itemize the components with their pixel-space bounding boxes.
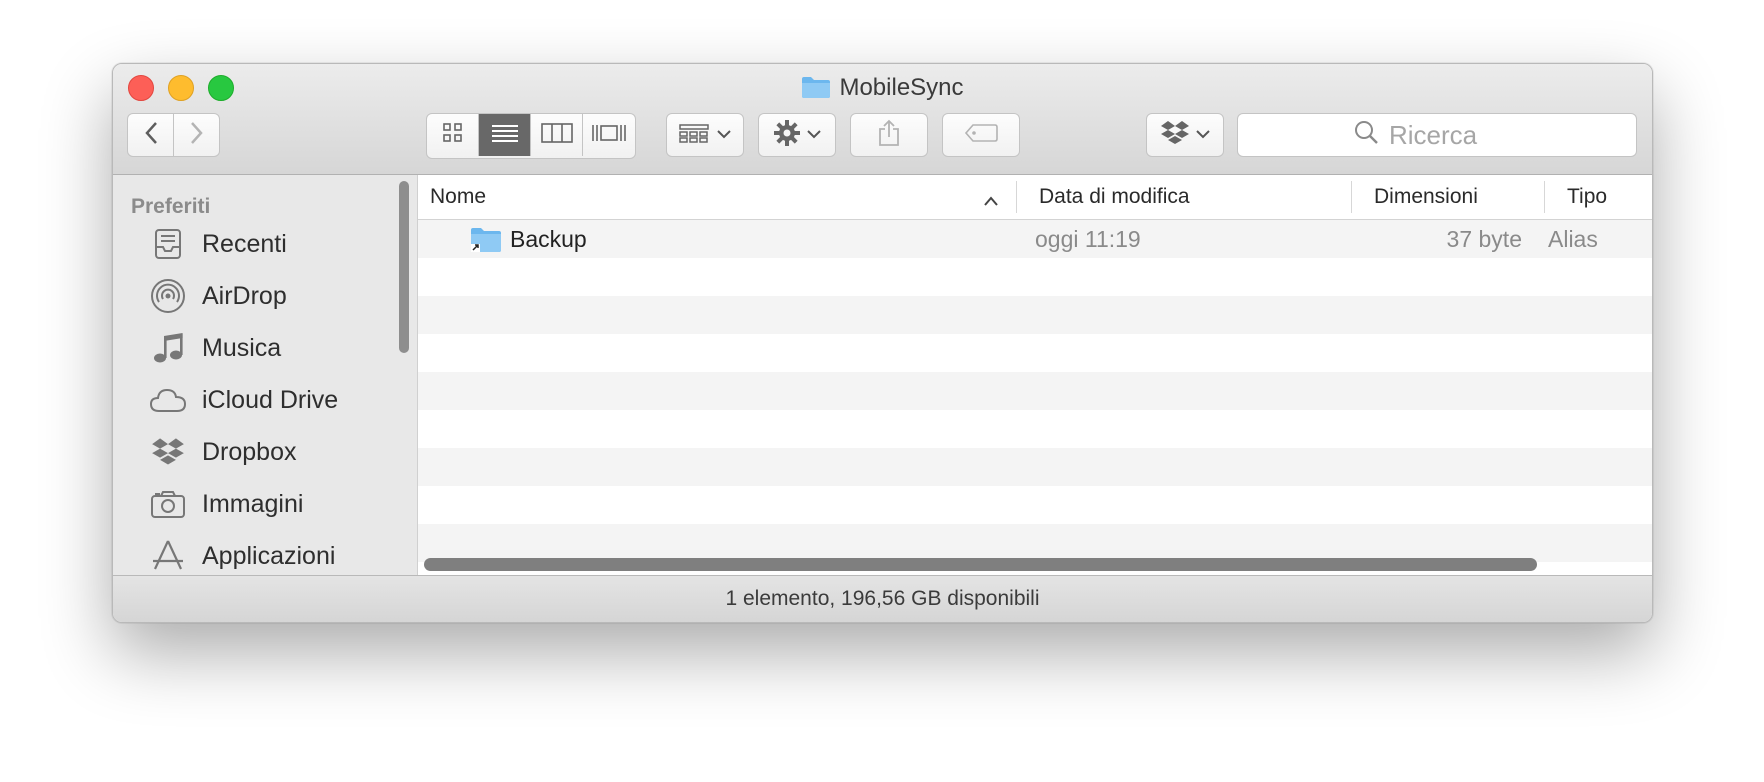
- column-header-kind[interactable]: Tipo: [1567, 175, 1607, 219]
- sidebar-item-airdrop[interactable]: AirDrop: [148, 275, 287, 317]
- sidebar-item-label: iCloud Drive: [202, 385, 339, 414]
- sidebar-item-recenti[interactable]: Recenti: [148, 223, 287, 265]
- empty-row: [418, 524, 1652, 562]
- tag-icon: [964, 123, 998, 148]
- chevron-right-icon: [190, 121, 204, 150]
- view-mode-control: [426, 113, 636, 159]
- list-icon: [491, 123, 519, 148]
- group-by-button[interactable]: [666, 113, 744, 157]
- file-list: Nome Data di modifica Dimensioni Tipo Ba…: [418, 175, 1652, 575]
- action-menu-button[interactable]: [758, 113, 836, 157]
- sidebar-item-label: Recenti: [202, 229, 287, 258]
- empty-row: [418, 334, 1652, 372]
- applications-icon: [148, 536, 188, 575]
- sidebar-item-icloud-drive[interactable]: iCloud Drive: [148, 379, 338, 421]
- search-icon: [1353, 119, 1379, 152]
- window-title-text: MobileSync: [839, 74, 964, 101]
- column-separator[interactable]: [1351, 181, 1352, 213]
- columns-icon: [540, 122, 573, 148]
- folder-icon: [801, 75, 831, 106]
- column-header-name[interactable]: Nome: [430, 175, 486, 219]
- window-title: MobileSync: [113, 74, 1652, 106]
- music-icon: [148, 328, 188, 368]
- file-modified: oggi 11:19: [1035, 226, 1141, 252]
- empty-row: [418, 486, 1652, 524]
- dropbox-menu-button[interactable]: [1146, 113, 1224, 157]
- tags-button[interactable]: [942, 113, 1020, 157]
- gallery-view-button[interactable]: [583, 114, 635, 156]
- grid-icon: [442, 122, 463, 148]
- recents-icon: [148, 224, 188, 264]
- empty-row: [418, 296, 1652, 334]
- finder-window: MobileSync Ricerca Preferiti Recenti Air…: [112, 63, 1653, 623]
- dropbox-icon: [1160, 120, 1190, 151]
- column-separator[interactable]: [1544, 181, 1545, 213]
- sidebar-item-immagini[interactable]: Immagini: [148, 483, 303, 525]
- sidebar: Preferiti Recenti AirDrop Musica iCloud …: [113, 175, 418, 575]
- column-header-modified[interactable]: Data di modifica: [1039, 175, 1190, 219]
- sidebar-item-label: Musica: [202, 333, 282, 362]
- list-header: Nome Data di modifica Dimensioni Tipo: [418, 175, 1652, 220]
- icon-view-button[interactable]: [427, 114, 479, 156]
- camera-icon: [148, 484, 188, 524]
- file-size: 37 byte: [1446, 226, 1522, 252]
- column-separator[interactable]: [1016, 181, 1017, 213]
- gear-icon: [773, 119, 801, 152]
- share-button[interactable]: [850, 113, 928, 157]
- sidebar-item-dropbox[interactable]: Dropbox: [148, 431, 297, 473]
- empty-row: [418, 410, 1652, 448]
- status-bar: 1 elemento, 196,56 GB disponibili: [113, 575, 1652, 622]
- empty-row: [418, 372, 1652, 410]
- search-field[interactable]: [1237, 113, 1637, 157]
- titlebar-toolbar: MobileSync: [113, 64, 1652, 175]
- file-name: Backup: [510, 226, 587, 252]
- back-button[interactable]: [127, 113, 174, 157]
- empty-row: [418, 258, 1652, 296]
- empty-row: [418, 448, 1652, 486]
- sort-ascending-icon: [983, 189, 999, 213]
- sidebar-item-label: Immagini: [202, 489, 304, 518]
- column-header-size[interactable]: Dimensioni: [1374, 175, 1478, 219]
- sidebar-scrollbar[interactable]: [399, 181, 409, 353]
- sidebar-item-musica[interactable]: Musica: [148, 327, 281, 369]
- airdrop-icon: [148, 276, 188, 316]
- sidebar-item-label: Dropbox: [202, 437, 297, 466]
- chevron-down-icon: [717, 126, 731, 144]
- table-row[interactable]: Backup oggi 11:19 37 byte Alias: [418, 220, 1652, 258]
- group-grid-icon: [679, 123, 709, 148]
- list-view-button[interactable]: [479, 114, 531, 156]
- gallery-icon: [591, 123, 627, 148]
- horizontal-scrollbar[interactable]: [424, 558, 1537, 571]
- chevron-down-icon: [1196, 126, 1210, 144]
- column-view-button[interactable]: [531, 114, 583, 156]
- sidebar-section-label: Preferiti: [131, 195, 211, 218]
- forward-button[interactable]: [173, 113, 220, 157]
- search-input[interactable]: [1387, 118, 1521, 152]
- file-kind: Alias: [1548, 226, 1598, 252]
- dropbox-icon: [148, 432, 188, 472]
- chevron-down-icon: [807, 126, 821, 144]
- chevron-left-icon: [144, 121, 158, 150]
- share-icon: [877, 119, 901, 152]
- icloud-icon: [148, 380, 188, 420]
- sidebar-item-applicazioni[interactable]: Applicazioni: [148, 535, 335, 575]
- sidebar-item-label: Applicazioni: [202, 541, 336, 570]
- folder-alias-icon: [470, 225, 502, 258]
- sidebar-item-label: AirDrop: [202, 281, 287, 310]
